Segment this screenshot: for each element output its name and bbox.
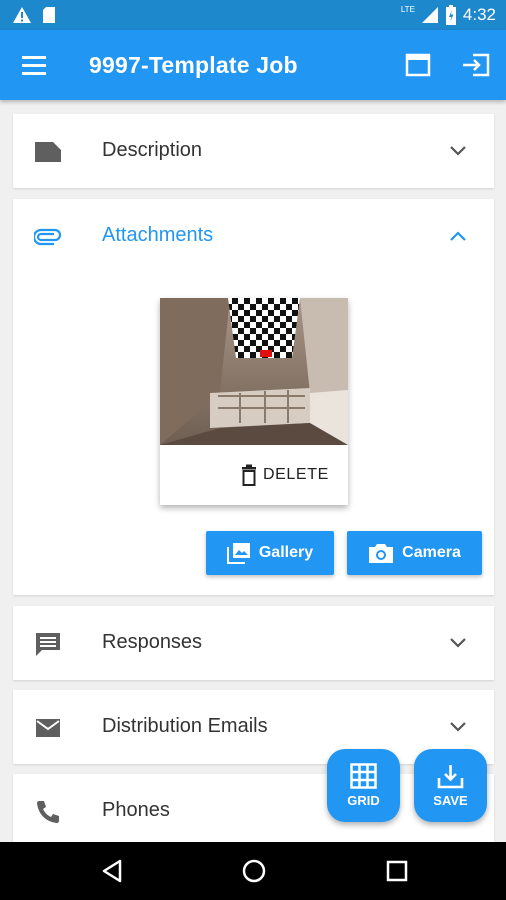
battery-icon [445,5,456,25]
home-icon[interactable] [242,859,266,883]
app-bar: 9997-Template Job [0,30,506,100]
mail-icon [36,719,60,737]
delete-button[interactable]: DELETE [241,464,329,486]
attachment-icon [34,228,62,246]
camera-label: Camera [402,544,461,561]
chevron-down-icon[interactable] [449,144,467,158]
chevron-up-icon[interactable] [449,229,467,243]
section-label-phones: Phones [102,799,170,821]
section-label-distribution-emails: Distribution Emails [102,715,268,737]
grid-button[interactable]: GRID [327,749,400,822]
network-type-label: LTE [400,4,415,14]
attachments-card: Attachments DELETE Gallery Camera [13,199,494,595]
description-card[interactable]: Description [13,114,494,188]
grid-label: GRID [347,793,380,808]
section-label-description: Description [102,139,203,161]
delete-label: DELETE [263,466,329,483]
chevron-down-icon[interactable] [449,636,467,650]
section-label-attachments: Attachments [102,224,214,246]
label-icon [35,142,61,162]
attachments-header[interactable]: Attachments [13,199,494,273]
warning-icon [13,7,31,23]
signal-icon [421,7,438,23]
clock: 4:32 [462,5,496,24]
attachment-thumbnail-card: DELETE [160,298,348,505]
sd-card-icon [43,7,55,23]
comment-icon [36,633,60,656]
download-icon [437,765,464,789]
page-title: 9997-Template Job [89,52,298,78]
recents-icon[interactable] [386,859,408,883]
camera-icon [369,544,394,563]
gallery-label: Gallery [258,544,314,561]
gallery-icon [226,543,250,564]
attachment-image[interactable] [160,298,348,445]
save-label: SAVE [433,793,468,808]
grid-icon [350,763,377,789]
status-bar: LTE 4:32 [0,0,506,30]
gallery-button[interactable]: Gallery [206,531,334,575]
back-icon[interactable] [101,859,123,883]
menu-icon[interactable] [22,54,48,76]
chevron-down-icon[interactable] [449,720,467,734]
section-label-responses: Responses [102,631,203,653]
responses-card[interactable]: Responses [13,606,494,680]
window-icon[interactable] [405,53,431,77]
phone-icon [37,801,59,823]
exit-icon[interactable] [461,52,491,78]
system-navigation-bar [0,842,506,900]
trash-icon [242,464,256,486]
save-button[interactable]: SAVE [414,749,487,822]
camera-button[interactable]: Camera [347,531,482,575]
